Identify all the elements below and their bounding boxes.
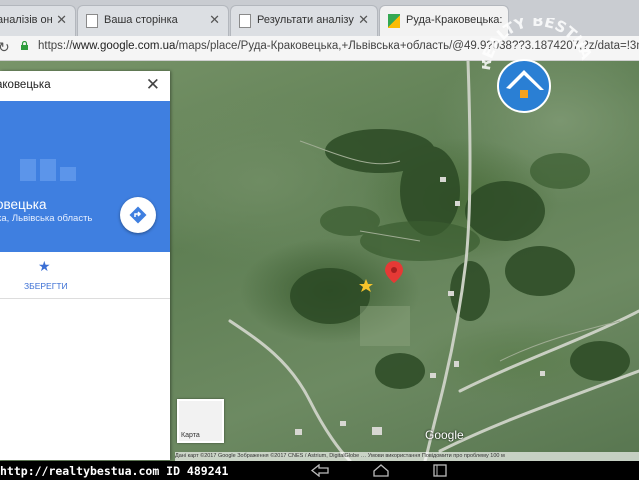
realty-bestua-logo: REALTY BESTUA	[482, 18, 592, 113]
place-name: овецька	[0, 197, 47, 212]
save-button[interactable]: ЗБЕРЕГТИ	[24, 281, 68, 291]
map-credits: Дані карт ©2017 Google Зображення ©2017 …	[175, 452, 639, 461]
place-header: овецька ка, Львівська область	[0, 101, 170, 252]
actions-bar: ★ ЗБЕРЕГТИ	[0, 252, 170, 299]
place-region: ка, Львівська область	[0, 213, 93, 224]
tab-2[interactable]: Ваша сторінка ✕	[77, 5, 229, 36]
location-pin-icon	[385, 261, 403, 283]
url-scheme: https://	[38, 40, 73, 52]
watermark-text: http://realtybestua.com ID 489241	[0, 464, 229, 478]
tab-title: Ваша сторінка	[104, 14, 178, 26]
place-panel: аковецька ✕ овецька ка, Львівська област…	[0, 71, 170, 460]
close-tab-icon[interactable]: ✕	[358, 12, 369, 28]
page-icon	[86, 14, 98, 28]
map-layer-label: Карта	[181, 432, 200, 439]
star-icon[interactable]: ★	[38, 258, 51, 275]
reload-icon[interactable]: ↻	[0, 39, 10, 56]
search-input[interactable]: аковецька	[0, 79, 51, 91]
back-icon[interactable]	[310, 464, 330, 477]
tab-3[interactable]: Результати аналізу ✕	[230, 5, 378, 36]
directions-button[interactable]	[120, 197, 156, 233]
secure-lock-icon	[21, 41, 28, 50]
search-box[interactable]: аковецька ✕	[0, 71, 170, 101]
google-logo: Google	[425, 428, 464, 442]
tab-title: Результати аналізу	[257, 14, 354, 26]
close-tab-icon[interactable]: ✕	[56, 12, 67, 28]
home-icon[interactable]	[372, 464, 390, 477]
directions-icon	[129, 206, 147, 224]
system-bar: http://realtybestua.com ID 489241	[0, 461, 639, 480]
url-host: www.google.com.ua	[72, 40, 176, 52]
tab-1[interactable]: аналізів он… ✕	[0, 5, 76, 36]
recent-apps-icon[interactable]	[432, 464, 448, 477]
map-layer-toggle[interactable]: Карта	[177, 399, 224, 443]
close-icon[interactable]: ✕	[146, 75, 160, 95]
page-icon	[239, 14, 251, 28]
close-tab-icon[interactable]: ✕	[209, 12, 220, 28]
tab-title: аналізів он…	[0, 14, 53, 26]
google-maps-icon	[388, 14, 400, 28]
